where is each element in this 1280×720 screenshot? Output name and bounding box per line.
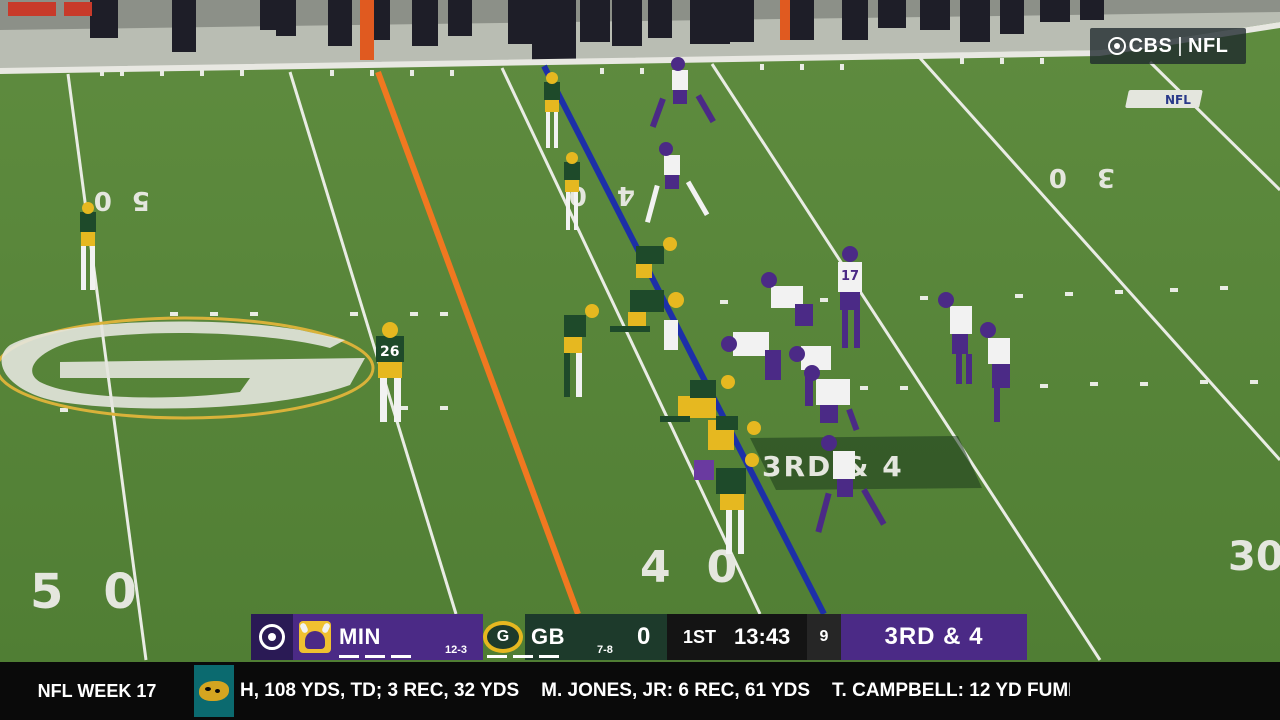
vikings-logo-icon <box>299 621 331 653</box>
down-and-distance: 3RD & 4 <box>841 614 1027 660</box>
jaguars-logo-icon <box>194 665 234 717</box>
network-bug: CBS | NFL <box>1090 28 1246 64</box>
ticker-item: T. CAMPBELL: 12 YD FUMBLE <box>832 680 1070 701</box>
svg-text:3RD & 4: 3RD & 4 <box>762 450 904 483</box>
home-team-abbr: GB <box>531 624 565 649</box>
timeout-indicator <box>365 655 385 658</box>
ticker-label: NFL WEEK 17 <box>37 680 157 701</box>
yard-number-40-bottom: 40 <box>640 542 773 593</box>
yard-number-30-top: 30 <box>1019 162 1115 192</box>
yard-number-30-bottom: 30 <box>1228 534 1280 580</box>
game-clock-panel: 1ST 13:43 <box>667 614 807 660</box>
timeout-indicator <box>339 655 359 658</box>
down-distance-field-graphic: 3RD & 4 <box>750 436 982 490</box>
ticker-text: H, 108 YDS, TD; 3 REC, 32 YDS M. JONES, … <box>240 662 1070 720</box>
league-name: NFL <box>1188 34 1229 57</box>
svg-text:NFL: NFL <box>1165 93 1191 107</box>
away-team-panel: MIN 12-3 0 <box>293 614 506 660</box>
timeout-indicator <box>391 655 411 658</box>
scorebug: MIN 12-3 0 G GB 7-8 0 1ST 13:43 9 3RD & … <box>251 614 1029 660</box>
timeout-indicator <box>513 655 533 658</box>
away-team-record: 12-3 <box>445 644 468 656</box>
quarter: 1ST <box>683 626 717 647</box>
home-team-record: 7-8 <box>597 644 613 656</box>
away-team-abbr: MIN <box>339 624 381 649</box>
game-clock: 13:43 <box>734 624 791 649</box>
network-name: CBS <box>1128 34 1173 57</box>
timeout-indicator <box>539 655 559 658</box>
jersey-26: 26 <box>380 344 399 360</box>
football-field: 50 40 30 50 40 30 NFL 3RD & 4 26 17 <box>0 0 1280 720</box>
score-ticker: NFL WEEK 17 H, 108 YDS, TD; 3 REC, 32 YD… <box>0 662 1280 720</box>
cbs-eye-icon <box>259 624 285 650</box>
home-team-score: 0 <box>637 623 651 650</box>
jersey-17: 17 <box>841 269 859 284</box>
yard-number-40-top: 40 <box>539 180 635 210</box>
packers-logo-icon: G <box>483 621 523 653</box>
yard-number-50-bottom: 50 <box>30 564 177 620</box>
play-clock: 9 <box>807 614 841 660</box>
timeout-indicator <box>487 655 507 658</box>
ticker-item: H, 108 YDS, TD; 3 REC, 32 YDS <box>240 680 520 701</box>
scorebug-network-cell <box>251 614 293 660</box>
nfl-field-logo: NFL <box>1125 90 1203 108</box>
cbs-eye-icon <box>1107 37 1126 55</box>
ticker-item: M. JONES, JR: 6 REC, 61 YDS <box>541 680 811 701</box>
